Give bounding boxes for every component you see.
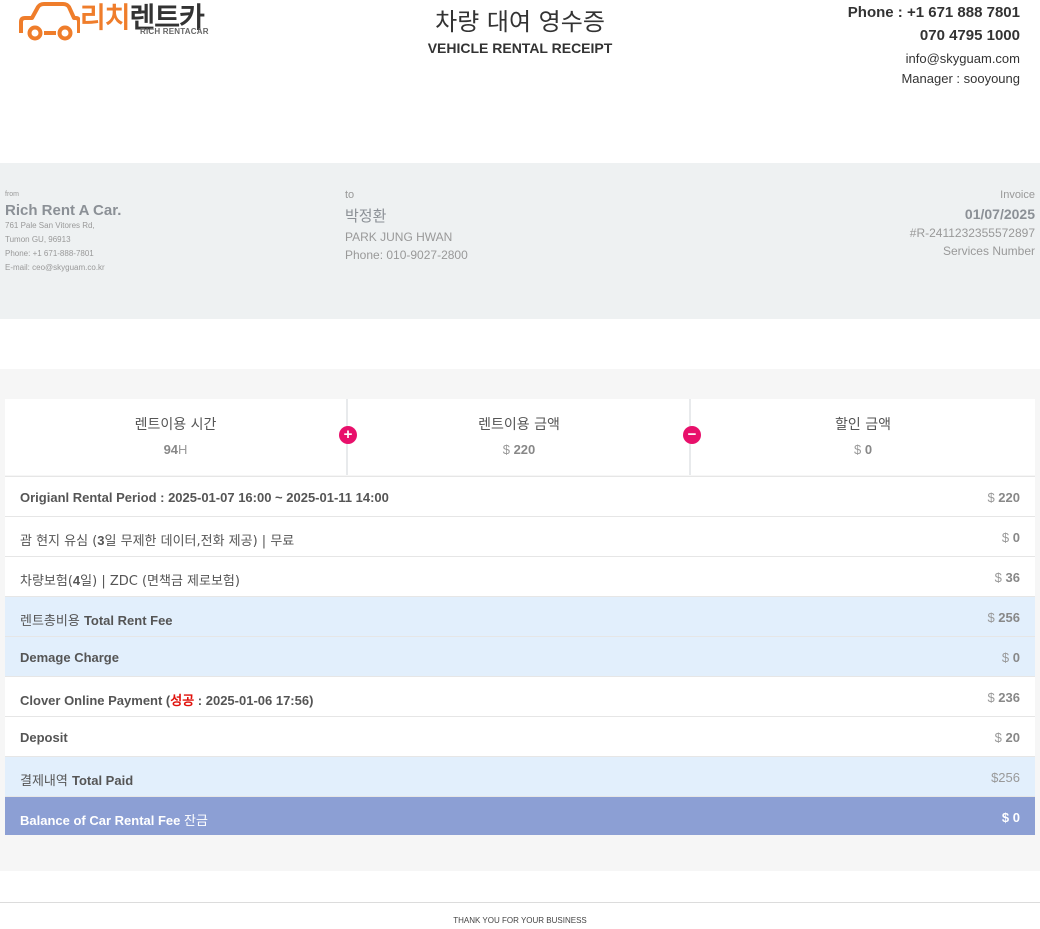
summary-rental-fee-label: 렌트이용 금액 — [478, 417, 560, 433]
row-sim-card: 괌 현지 유심 (3일 무제한 데이터,전화 제공) | 무료 $ 0 — [5, 516, 1035, 556]
row-deposit: Deposit $ 20 — [5, 716, 1035, 756]
row-insurance: 차량보험(4일) | ZDC (면책금 제로보험) $ 36 — [5, 556, 1035, 596]
from-phone: Phone: +1 671-888-7801 — [5, 249, 94, 258]
footer-text: THANK YOU FOR YOUR BUSINESS — [453, 916, 587, 925]
to-block: to 박정환 PARK JUNG HWAN Phone: 010-9027-28… — [345, 189, 468, 262]
to-name-korean: 박정환 — [345, 207, 387, 225]
row-damage-charge: Demage Charge $ 0 — [5, 636, 1035, 676]
row-label: Deposit — [20, 730, 68, 745]
summary-rental-fee-value: $ 220 — [502, 442, 536, 457]
to-name-english: PARK JUNG HWAN — [345, 230, 453, 244]
parties-section: from Rich Rent A Car. 761 Pale San Vitor… — [0, 163, 1040, 319]
row-amount: $ 256 — [987, 610, 1020, 625]
row-label: 괌 현지 유심 (3일 무제한 데이터,전화 제공) | 무료 — [20, 533, 295, 549]
invoice-label: Invoice — [1000, 189, 1035, 201]
invoice-number: #R-2411232355572897 — [909, 226, 1035, 240]
from-address-line2: Tumon GU, 96913 — [5, 235, 71, 244]
from-label: from — [5, 191, 19, 198]
to-label: to — [345, 189, 355, 201]
row-label: 차량보험(4일) | ZDC (면책금 제로보험) — [20, 573, 240, 589]
receipt-panel: 렌트이용 시간 94H + 렌트이용 금액 $ 220 − 할인 금액 $ 0 … — [0, 369, 1040, 871]
summary-discount-value: $ 0 — [853, 442, 873, 457]
charges-list: Origianl Rental Period : 2025-01-07 16:0… — [5, 476, 1035, 835]
row-label: 렌트총비용 Total Rent Fee — [20, 613, 173, 629]
row-total-paid: 결제내역 Total Paid $256 — [5, 756, 1035, 796]
row-amount: $ 20 — [994, 730, 1020, 745]
row-balance: Balance of Car Rental Fee 잔금 $ 0 — [5, 796, 1035, 835]
summary-rental-time-value: 94H — [163, 442, 188, 457]
to-phone: Phone: 010-9027-2800 — [345, 248, 468, 262]
from-email: E-mail: ceo@skyguam.co.kr — [5, 263, 105, 272]
row-label: Origianl Rental Period : 2025-01-07 16:0… — [20, 490, 389, 505]
row-amount: $ 0 — [1001, 530, 1020, 545]
contact-email: info@skyguam.com — [905, 51, 1020, 66]
from-company-name: Rich Rent A Car. — [5, 202, 122, 219]
summary-rental-fee: 렌트이용 금액 $ 220 — [348, 399, 690, 475]
row-amount: $ 220 — [987, 490, 1020, 505]
summary-rental-time-label: 렌트이용 시간 — [134, 417, 217, 433]
row-label: 결제내역 Total Paid — [20, 773, 134, 789]
row-amount: $256 — [991, 770, 1020, 785]
summary-rental-time: 렌트이용 시간 94H — [5, 399, 346, 475]
row-amount: $ 0 — [1001, 650, 1020, 665]
row-amount: $ 0 — [1001, 810, 1020, 825]
contact-phone-korea: 070 4795 1000 — [919, 27, 1020, 44]
row-online-payment: Clover Online Payment (성공 : 2025-01-06 1… — [5, 676, 1035, 716]
row-label: Clover Online Payment (성공 : 2025-01-06 1… — [20, 693, 314, 708]
invoice-block: Invoice 01/07/2025 #R-2411232355572897 S… — [910, 189, 1035, 258]
row-label: Balance of Car Rental Fee 잔금 — [20, 813, 208, 829]
row-original-rental-period: Origianl Rental Period : 2025-01-07 16:0… — [5, 476, 1035, 516]
row-total-rent-fee: 렌트총비용 Total Rent Fee $ 256 — [5, 596, 1035, 636]
contact-manager: Manager : sooyoung — [901, 71, 1020, 86]
row-amount: $ 36 — [994, 570, 1020, 585]
contact-block: Phone : +1 671 888 7801 070 4795 1000 in… — [848, 4, 1020, 86]
payment-status: 성공 — [170, 693, 195, 708]
row-amount: $ 236 — [987, 690, 1020, 705]
summary-discount-label: 할인 금액 — [835, 417, 891, 433]
services-number-label: Services Number — [942, 244, 1035, 258]
footer-divider — [0, 902, 1040, 903]
from-block: from Rich Rent A Car. 761 Pale San Vitor… — [5, 191, 121, 275]
from-address-line1: 761 Pale San Vitores Rd, — [5, 221, 95, 230]
row-label: Demage Charge — [20, 650, 119, 665]
summary-bar: 렌트이용 시간 94H + 렌트이용 금액 $ 220 − 할인 금액 $ 0 — [5, 399, 1035, 475]
summary-discount: 할인 금액 $ 0 — [691, 399, 1035, 475]
invoice-date: 01/07/2025 — [964, 206, 1035, 222]
contact-phone: Phone : +1 671 888 7801 — [847, 4, 1020, 21]
